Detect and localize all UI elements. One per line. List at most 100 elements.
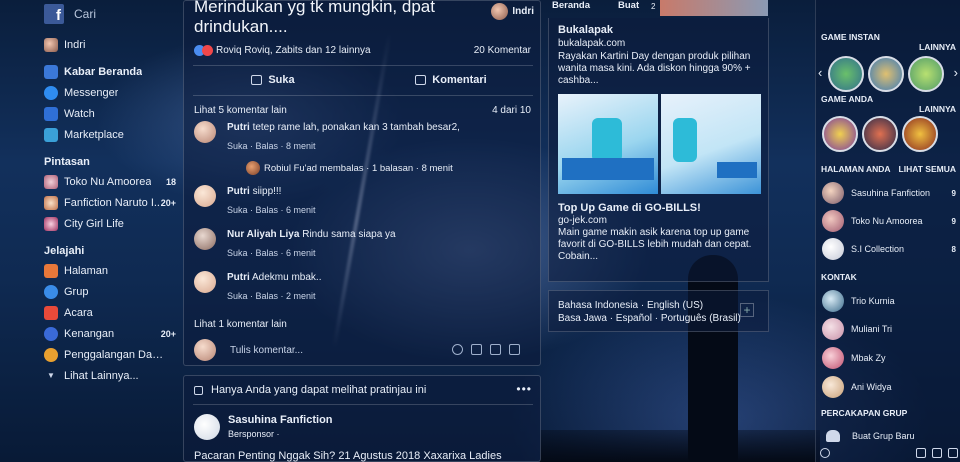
shortcut-item[interactable]: Toko Nu Amoorea 18 (44, 171, 176, 192)
ad-url[interactable]: go-jek.com (558, 215, 607, 226)
commenter-avatar[interactable] (194, 228, 216, 250)
view-more-comments[interactable]: Lihat 5 komentar lain (194, 105, 287, 116)
new-group-button[interactable]: Buat Grup Baru (822, 430, 956, 442)
see-all-link[interactable]: LIHAT SEMUA (899, 164, 956, 174)
comment-meta[interactable]: Suka · Balas · 8 menit (227, 140, 460, 153)
shortcut-item[interactable]: City Girl Life (44, 213, 176, 234)
nav-count: 20+ (160, 328, 176, 339)
left-navigation: Indri Kabar Beranda Messenger Watch Mark… (44, 34, 176, 386)
page-item[interactable]: Toko Nu Amoorea 9 (822, 210, 956, 232)
sponsored-text: Pacaran Penting Nggak Sih? 21 Agustus 20… (194, 450, 502, 462)
ad-image[interactable] (558, 94, 658, 194)
add-language-button[interactable]: + (740, 303, 754, 317)
reactions-summary[interactable]: Roviq Roviq, Zabits dan 12 lainnya (194, 45, 371, 56)
commenter-name[interactable]: Putri (227, 122, 250, 133)
game-thumbnail[interactable] (868, 56, 904, 92)
search-icon[interactable] (820, 448, 830, 458)
contact-item[interactable]: Ani Widya (822, 376, 956, 398)
like-label: Suka (268, 74, 295, 86)
page-count: 9 (951, 216, 956, 226)
facebook-logo-icon[interactable]: f (44, 4, 64, 24)
comment-count[interactable]: 20 Komentar (474, 45, 531, 56)
gif-icon[interactable] (490, 344, 501, 355)
commenter-name[interactable]: Putri (227, 186, 250, 197)
replier-avatar (246, 161, 260, 175)
contact-item[interactable]: Mbak Zy (822, 347, 956, 369)
comment-meta[interactable]: Suka · Balas · 2 menit (227, 290, 322, 303)
shortcut-item[interactable]: Fanfiction Naruto I... 20+ (44, 192, 176, 213)
nav-item-fundraisers[interactable]: Penggalangan Dana (44, 344, 176, 365)
lock-icon (194, 385, 203, 395)
nav-item-watch[interactable]: Watch (44, 103, 176, 124)
comment-meta[interactable]: Suka · Balas · 6 menit (227, 204, 316, 217)
ad-image[interactable] (661, 94, 761, 194)
nav-item-messenger[interactable]: Messenger (44, 82, 176, 103)
game-thumbnail[interactable] (902, 116, 938, 152)
tab-home[interactable]: Beranda (552, 0, 590, 18)
game-thumbnail[interactable] (862, 116, 898, 152)
emoji-icon[interactable] (452, 344, 463, 355)
language-links[interactable]: Basa Jawa · Español · Português (Brasil) (558, 313, 741, 324)
chevron-left-icon[interactable]: ‹ (818, 65, 822, 80)
compose-icon[interactable] (932, 448, 942, 458)
commenter-name[interactable]: Putri (227, 272, 250, 283)
nav-item-news-feed[interactable]: Kabar Beranda (44, 61, 176, 82)
chevron-right-icon[interactable]: › (954, 65, 958, 80)
contact-item[interactable]: Muliani Tri (822, 318, 956, 340)
divider (193, 65, 533, 66)
love-reaction-icon (202, 45, 213, 56)
ad-title[interactable]: Bukalapak (558, 24, 613, 36)
language-card: Bahasa Indonesia · English (US) Basa Jaw… (548, 290, 769, 332)
page-item[interactable]: Sasuhina Fanfiction 9 (822, 182, 956, 204)
nav-label: Watch (64, 107, 95, 120)
comment-button[interactable]: Komentari (362, 71, 540, 89)
explore-heading: Jelajahi (44, 245, 85, 257)
see-more-link[interactable]: ▼ Lihat Lainnya... (44, 365, 176, 386)
nav-label: Indri (64, 38, 86, 51)
commenter-avatar[interactable] (194, 185, 216, 207)
commenter-name[interactable]: Nur Aliyah Liya (227, 229, 299, 240)
divider (193, 404, 533, 405)
chat-sidebar: GAME INSTAN LAINNYA ‹ › GAME ANDA LAINNY… (815, 0, 960, 462)
instant-games-more[interactable]: LAINNYA (919, 42, 956, 52)
page-item[interactable]: S.I Collection 8 (822, 238, 956, 260)
ad-description: Main game makin asik karena top up game … (558, 227, 752, 262)
view-more-comments[interactable]: Lihat 1 komentar lain (194, 319, 287, 330)
sponsor-avatar[interactable] (194, 414, 220, 440)
tab-create[interactable]: Buat (618, 0, 639, 18)
gear-icon[interactable] (916, 448, 926, 458)
nav-item-groups[interactable]: Grup (44, 281, 176, 302)
story-thumbnail[interactable] (660, 0, 768, 16)
sponsor-name[interactable]: Sasuhina Fanfiction (228, 414, 333, 426)
comment-icon (415, 75, 427, 85)
contact-item[interactable]: Trio Kurnia (822, 290, 956, 312)
nav-item-pages[interactable]: Halaman (44, 260, 176, 281)
nav-item-memories[interactable]: Kenangan 20+ (44, 323, 176, 344)
game-thumbnail[interactable] (908, 56, 944, 92)
camera-icon[interactable] (471, 344, 482, 355)
comment-input[interactable]: Tulis komentar... (230, 345, 303, 356)
your-games-more[interactable]: LAINNYA (919, 104, 956, 114)
like-button[interactable]: Suka (184, 71, 362, 89)
nav-label: Marketplace (64, 128, 124, 141)
post-author[interactable]: Indri (491, 3, 534, 20)
ad-url[interactable]: bukalapak.com (558, 38, 625, 49)
commenter-avatar[interactable] (194, 271, 216, 293)
profile-avatar (44, 37, 58, 52)
nav-label: Toko Nu Amoorea (64, 175, 152, 188)
comment-item: Nur Aliyah Liya Rindu sama siapa ya Suka… (194, 228, 524, 260)
sticker-icon[interactable] (509, 344, 520, 355)
ad-title[interactable]: Top Up Game di GO-BILLS! (558, 202, 701, 214)
more-options-icon[interactable]: ••• (516, 382, 532, 396)
reply-summary[interactable]: Robiul Fu'ad membalas · 1 balasan · 8 me… (246, 161, 453, 175)
comment-meta[interactable]: Suka · Balas · 6 menit (227, 247, 396, 260)
search-input[interactable]: Cari (74, 7, 96, 21)
language-links[interactable]: Bahasa Indonesia · English (US) (558, 300, 703, 311)
commenter-avatar[interactable] (194, 121, 216, 143)
nav-profile[interactable]: Indri (44, 34, 176, 55)
people-icon[interactable] (948, 448, 958, 458)
game-thumbnail[interactable] (828, 56, 864, 92)
nav-item-marketplace[interactable]: Marketplace (44, 124, 176, 145)
nav-item-events[interactable]: Acara (44, 302, 176, 323)
game-thumbnail[interactable] (822, 116, 858, 152)
